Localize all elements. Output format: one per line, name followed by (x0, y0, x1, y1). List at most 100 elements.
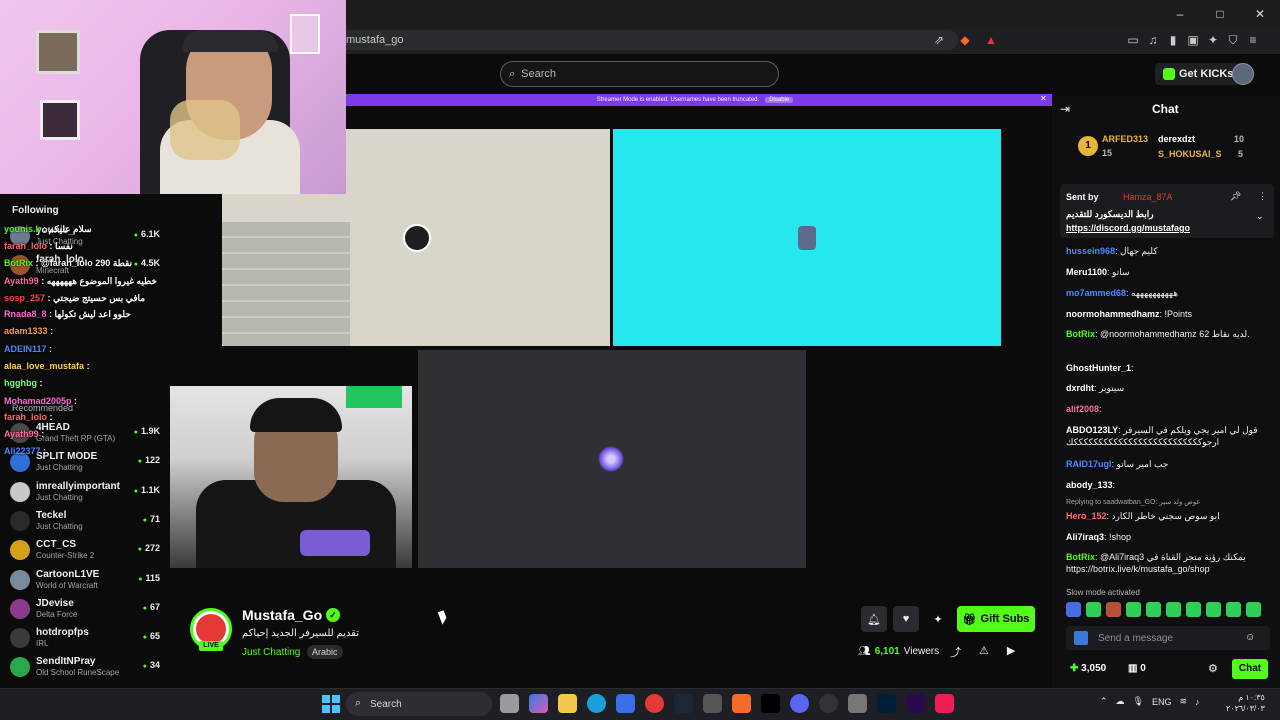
sidebar-channel-senditnpray[interactable]: SendItNPrayOld School RuneScape 34 (8, 654, 162, 682)
leader-third[interactable]: S_HOKUSAI_S (1158, 149, 1222, 159)
premiere-icon[interactable] (906, 694, 925, 713)
follow-button[interactable]: ♥ (893, 606, 919, 632)
emote-icon[interactable] (1186, 602, 1201, 617)
volume-icon[interactable]: ♪ (1195, 697, 1200, 707)
chat-username[interactable]: RAID17ugl (1066, 459, 1112, 469)
banner-close-icon[interactable]: ✕ (1040, 94, 1047, 103)
expand-chevron-icon[interactable]: ⌄ (1256, 211, 1264, 222)
settings-icon[interactable] (703, 694, 722, 713)
brave-icon[interactable] (732, 694, 751, 713)
points-display[interactable]: ✚ 3,050 (1070, 663, 1106, 674)
photoshop-icon[interactable] (877, 694, 896, 713)
emote-icon[interactable] (1146, 602, 1161, 617)
report-icon[interactable]: ⚠ (979, 644, 989, 660)
wallet-icon[interactable]: ▣ (1184, 31, 1202, 49)
drops-display[interactable]: ▥ 0 (1128, 663, 1146, 674)
get-kicks-button[interactable]: Get KICKs (1155, 63, 1242, 85)
steam-icon[interactable] (674, 694, 693, 713)
music-icon[interactable]: ♫ (1144, 31, 1162, 49)
clock[interactable]: ١٠:٣٥ م ٢٠٢٦/٠٣/٠٣ (1226, 692, 1265, 714)
wifi-icon[interactable]: ≋ (1180, 696, 1188, 707)
emote-icon[interactable] (1166, 602, 1181, 617)
copilot-icon[interactable] (529, 694, 548, 713)
vpn-icon[interactable]: ⛉ (1224, 31, 1242, 49)
capture-icon[interactable] (848, 694, 867, 713)
cloud-icon[interactable]: ☁ (1116, 696, 1125, 707)
collapse-chat-icon[interactable]: ⇥ (1060, 102, 1070, 116)
edge-icon[interactable] (587, 694, 606, 713)
brave-shield-icon[interactable]: ◆ (956, 31, 974, 49)
emote-icon[interactable] (1206, 602, 1221, 617)
chat-username[interactable]: alif2008 (1066, 404, 1099, 414)
language-tag[interactable]: Arabic (307, 645, 343, 659)
pinned-link[interactable]: https://discord.gg/mustafago (1066, 223, 1190, 233)
sidebar-channel-imreallyimportant[interactable]: imreallyimportantJust Chatting 1.1K (8, 479, 162, 507)
chat-username[interactable]: mo7ammed68 (1066, 288, 1126, 298)
emote-icon[interactable] (1106, 602, 1121, 617)
share-icon[interactable]: ⇗ (930, 31, 948, 49)
close-button[interactable]: ✕ (1240, 0, 1280, 28)
tiktok-icon[interactable] (935, 694, 954, 713)
emoji-icon[interactable]: ☺ (1245, 632, 1255, 643)
pinned-user[interactable]: Hamza_87A (1123, 192, 1173, 202)
sidebar-channel-cartoonl1ve[interactable]: CartoonL1VEWorld of Warcraft 115 (8, 567, 162, 595)
chat-username[interactable]: ABDO123LY (1066, 425, 1118, 435)
obs-icon[interactable] (819, 694, 838, 713)
discord-icon[interactable] (790, 694, 809, 713)
minimize-button[interactable]: – (1160, 0, 1200, 28)
gift-subs-button[interactable]: 🎁︎ Gift Subs (957, 606, 1035, 632)
category-link[interactable]: Just Chatting (242, 647, 300, 658)
clip-icon[interactable]: ▶ (1007, 644, 1015, 660)
chat-username[interactable]: dxrdht (1066, 383, 1094, 393)
task-view-icon[interactable] (500, 694, 519, 713)
file-explorer-icon[interactable] (558, 694, 577, 713)
sidebar-channel-hotdropfps[interactable]: hotdropfpsIRL 65 (8, 625, 162, 653)
rewards-icon[interactable]: ▲ (982, 31, 1000, 49)
sidebar-channel-cct-cs[interactable]: CCT_CSCounter-Strike 2 272 (8, 537, 162, 565)
user-avatar[interactable] (1232, 63, 1254, 85)
channel-name[interactable]: Mustafa_Go (242, 607, 322, 623)
address-bar[interactable] (338, 30, 958, 50)
sidebar-channel-teckel[interactable]: TeckelJust Chatting 71 (8, 508, 162, 536)
chrome-icon[interactable] (645, 694, 664, 713)
more-options-icon[interactable]: ⋮ (1258, 191, 1267, 202)
notification-bell-button[interactable]: 🔔︎ (861, 606, 887, 632)
chat-username[interactable]: Hero_152 (1066, 511, 1107, 521)
x-app-icon[interactable] (761, 694, 780, 713)
taskbar-search[interactable]: Search (346, 692, 492, 716)
chat-username[interactable]: BotRix (1066, 552, 1095, 562)
disable-button[interactable]: Disable (765, 97, 794, 103)
chat-username[interactable]: noormohammedhamz (1066, 309, 1160, 319)
menu-icon[interactable]: ≡ (1244, 31, 1262, 49)
emote-icon[interactable] (1226, 602, 1241, 617)
chat-username[interactable]: Ali7iraq3 (1066, 532, 1104, 542)
settings-gear-icon[interactable]: ⚙ (1208, 662, 1218, 675)
leader-first[interactable]: ARFED313 (1102, 134, 1148, 144)
chat-username[interactable]: BotRix (1066, 329, 1095, 339)
emote-icon[interactable] (1086, 602, 1101, 617)
emote-icon[interactable] (1246, 602, 1261, 617)
emote-icon[interactable] (1126, 602, 1141, 617)
chat-username[interactable]: GhostHunter_1 (1066, 363, 1131, 373)
sparkle-button[interactable]: ✦ (925, 606, 951, 632)
chat-username[interactable]: hussein968 (1066, 246, 1115, 256)
store-icon[interactable] (616, 694, 635, 713)
sidebar-channel-jdevise[interactable]: JDeviseDelta Force 67 (8, 596, 162, 624)
sidebar-icon[interactable]: ▮ (1164, 31, 1182, 49)
maximize-button[interactable]: □ (1200, 0, 1240, 28)
leo-ai-icon[interactable]: ✦ (1204, 31, 1222, 49)
pin-icon[interactable]: 📌︎ (1230, 191, 1241, 202)
language-indicator[interactable]: ENG (1152, 697, 1172, 707)
chat-send-button[interactable]: Chat (1232, 659, 1268, 679)
mic-icon[interactable]: 🎙︎ (1133, 696, 1144, 707)
chat-username[interactable]: abody_133 (1066, 480, 1113, 490)
search-input[interactable]: ⌕ Search (500, 61, 779, 87)
chevron-up-icon[interactable]: ⌃ (1100, 696, 1108, 707)
emote-icon[interactable] (1066, 602, 1081, 617)
leader-second[interactable]: derexdzt (1158, 134, 1195, 144)
windows-start-icon[interactable] (322, 695, 340, 713)
reader-icon[interactable]: ▭ (1124, 31, 1142, 49)
share-icon[interactable]: ⤴ (950, 644, 961, 660)
chat-input[interactable]: Send a message (1066, 626, 1270, 650)
chat-username[interactable]: Meru1100 (1066, 267, 1107, 277)
